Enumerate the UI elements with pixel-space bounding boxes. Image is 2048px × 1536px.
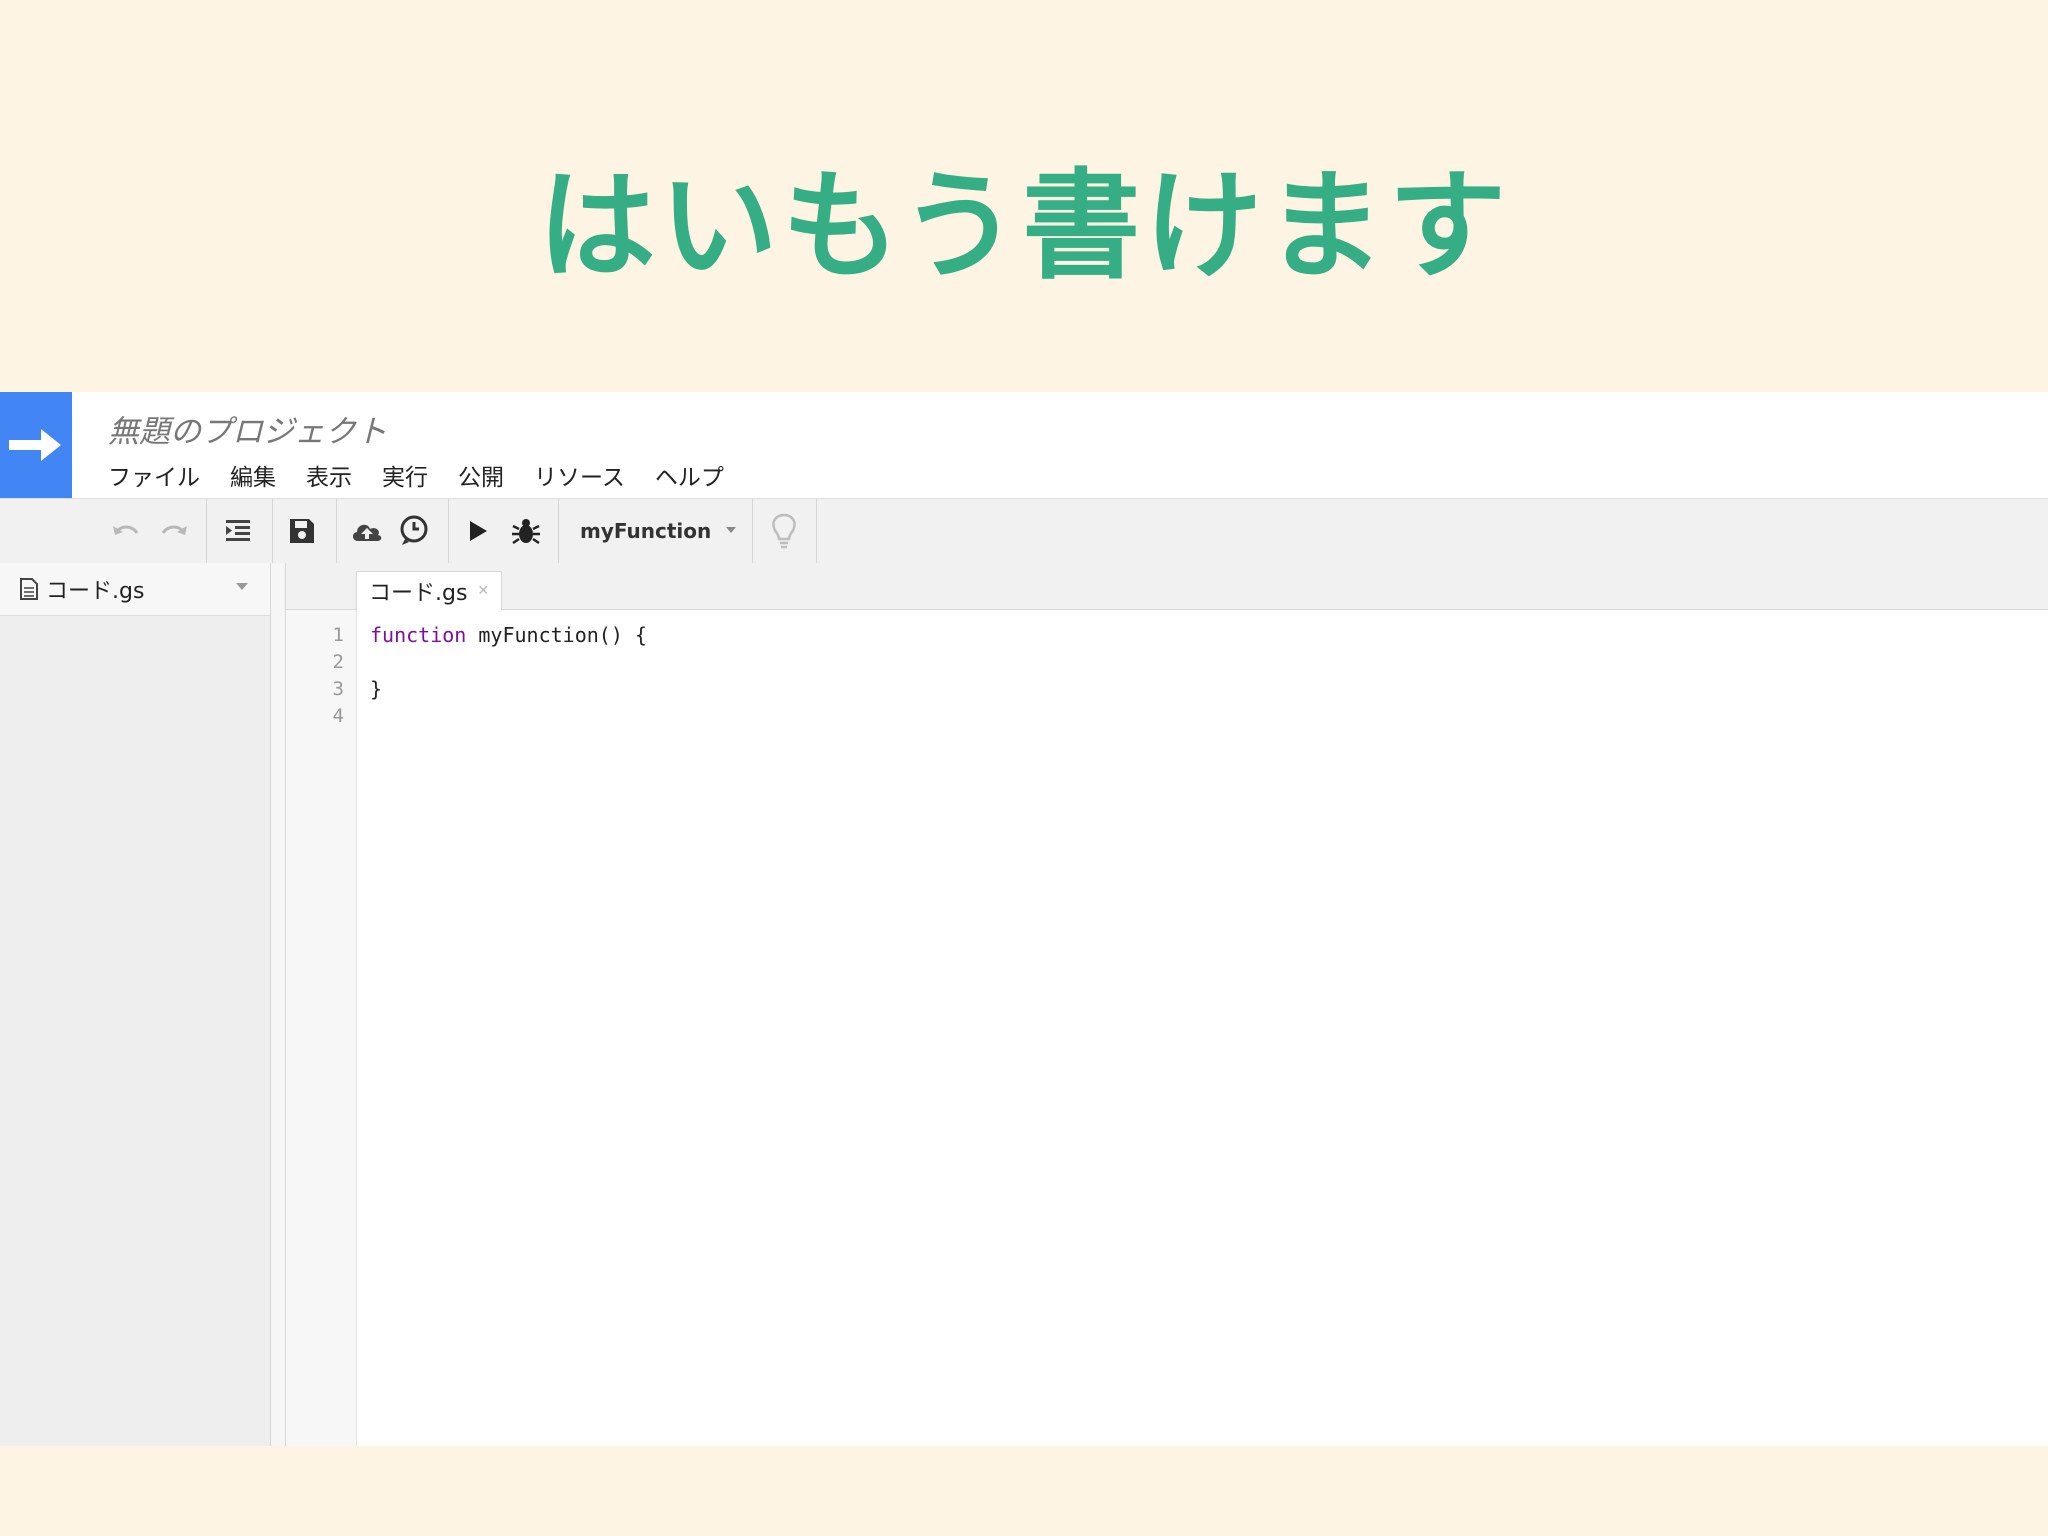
line-number: 4 [332, 705, 344, 727]
sidebar-splitter[interactable] [271, 563, 286, 1446]
line-number: 1 [332, 624, 344, 646]
toolbar-separator [206, 499, 207, 563]
deploy-button[interactable] [348, 499, 386, 563]
menu-view[interactable]: 表示 [306, 458, 352, 492]
menu-publish[interactable]: 公開 [458, 458, 504, 492]
apps-script-logo[interactable] [0, 392, 72, 498]
line-number: 3 [332, 678, 344, 700]
project-title[interactable]: 無題のプロジェクト [108, 406, 387, 451]
code-text: } [370, 677, 383, 701]
arrow-right-icon [9, 429, 61, 461]
bug-icon [512, 519, 540, 545]
play-icon [470, 521, 487, 541]
menu-resources[interactable]: リソース [534, 458, 625, 492]
header: 無題のプロジェクト ファイル 編集 表示 実行 公開 リソース ヘルプ [0, 392, 2048, 498]
menubar: ファイル 編集 表示 実行 公開 リソース ヘルプ [108, 458, 754, 492]
apps-script-editor: 無題のプロジェクト ファイル 編集 表示 実行 公開 リソース ヘルプ myFu… [0, 392, 2048, 1446]
line-number: 2 [332, 651, 344, 673]
tab-code-gs[interactable]: コード.gs ✕ [356, 571, 503, 610]
file-name: コード.gs [46, 579, 145, 604]
hint-button[interactable] [764, 499, 804, 563]
function-select[interactable]: myFunction [580, 499, 750, 563]
code-line-1[interactable]: function myFunction() { [370, 623, 647, 647]
triggers-button[interactable] [396, 499, 432, 563]
close-icon[interactable]: ✕ [477, 583, 489, 599]
line-number-gutter: 1 2 3 4 [286, 610, 357, 1446]
function-select-value: myFunction [580, 519, 712, 543]
toolbar: myFunction [0, 498, 2048, 564]
slide-bottom-band [0, 1446, 2048, 1536]
toolbar-separator [272, 499, 273, 563]
debug-button[interactable] [508, 499, 544, 563]
toolbar-separator [558, 499, 559, 563]
menu-file[interactable]: ファイル [108, 458, 200, 492]
save-icon [290, 519, 314, 543]
redo-icon [161, 525, 187, 535]
file-item[interactable]: コード.gs [0, 563, 270, 616]
indent-icon [226, 520, 250, 541]
toolbar-separator [448, 499, 449, 563]
chevron-down-icon[interactable] [236, 583, 248, 590]
slide-title: はいもう書けます [537, 157, 1511, 295]
run-button[interactable] [460, 499, 496, 563]
chevron-down-icon [726, 527, 736, 533]
clock-icon [400, 515, 428, 545]
menu-help[interactable]: ヘルプ [655, 458, 724, 492]
menu-edit[interactable]: 編集 [230, 458, 276, 492]
file-icon [20, 578, 38, 600]
menu-run[interactable]: 実行 [382, 458, 428, 492]
lightbulb-icon [772, 513, 796, 549]
undo-button[interactable] [108, 499, 144, 563]
toolbar-separator [816, 499, 817, 563]
toolbar-separator [336, 499, 337, 563]
code-text: myFunction() { [466, 623, 647, 647]
undo-icon [113, 525, 139, 535]
editor-tabstrip: コード.gs ✕ [286, 563, 2048, 610]
tab-label: コード.gs [369, 581, 468, 606]
code-keyword: function [370, 623, 467, 647]
file-sidebar: コード.gs [0, 563, 271, 1446]
save-button[interactable] [284, 499, 320, 563]
code-line-3[interactable]: } [370, 677, 382, 701]
redo-button[interactable] [156, 499, 192, 563]
cloud-upload-icon [352, 524, 382, 541]
toolbar-separator [752, 499, 753, 563]
code-editor: コード.gs ✕ 1 2 3 4 function myFunction() {… [286, 563, 2048, 1446]
indent-button[interactable] [220, 499, 256, 563]
